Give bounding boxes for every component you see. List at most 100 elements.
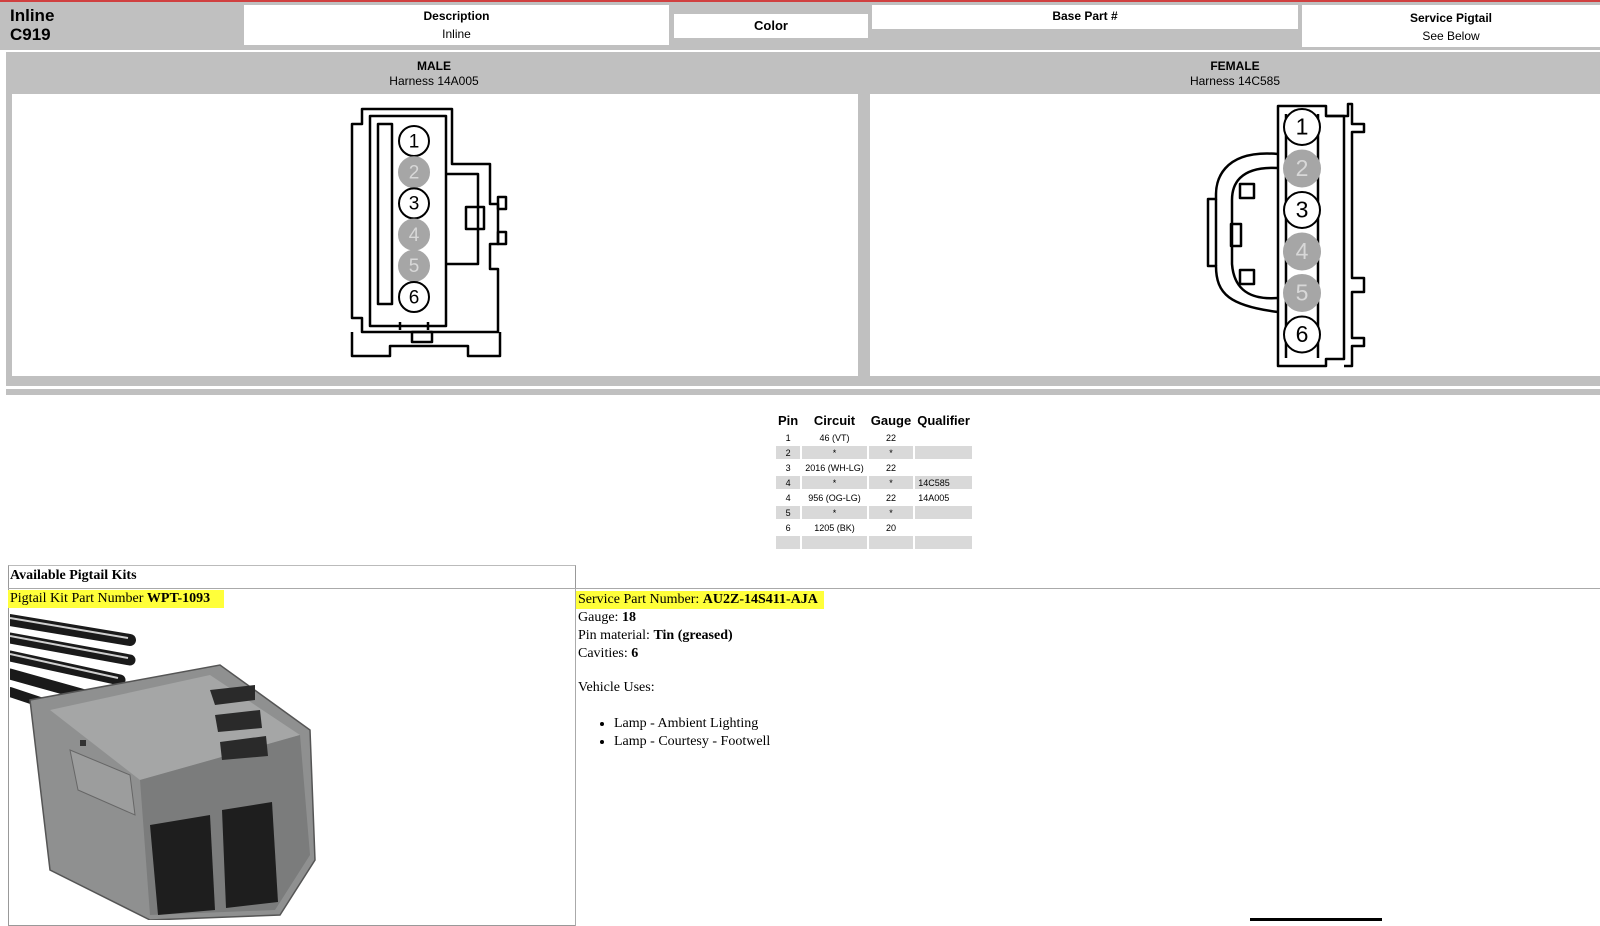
color-label: Color: [754, 18, 788, 33]
female-pin-label-1: 1: [1296, 114, 1309, 140]
gauge-value: 18: [621, 610, 636, 625]
gauge-cell: *: [868, 476, 914, 489]
pin-cell: 6: [785, 522, 791, 533]
section-divider: [8, 588, 1600, 589]
male-pin-label-1: 1: [409, 131, 420, 152]
male-harness: Harness 14A005: [389, 74, 479, 88]
gauge-row: Gauge: 18: [578, 609, 824, 627]
list-item: Lamp - Ambient Lighting: [614, 715, 824, 733]
qualifier-header: Qualifier: [915, 412, 972, 429]
vehicle-uses-list: Lamp - Ambient Lighting Lamp - Courtesy …: [578, 715, 824, 751]
female-pin-label-4: 4: [1296, 238, 1309, 264]
circuit-cell: *: [802, 446, 867, 459]
table-row: [776, 536, 972, 549]
pin-cell: 4: [776, 476, 801, 489]
service-pigtail-box: Service Pigtail See Below: [1302, 5, 1600, 47]
male-title: MALE: [417, 59, 451, 73]
qualifier-cell: [915, 521, 972, 534]
male-pin-label-6: 6: [409, 287, 420, 308]
base-part-label: Base Part #: [1052, 9, 1118, 23]
service-pigtail-label: Service Pigtail: [1409, 11, 1493, 25]
connector-photo-image: [4, 614, 316, 921]
pin-material-value: Tin (greased): [653, 628, 733, 643]
service-part-highlight: Service Part Number: AU2Z-14S411-AJA: [576, 591, 824, 609]
male-view-title: MALE Harness 14A005: [6, 59, 862, 89]
female-pin-label-5: 5: [1296, 280, 1309, 306]
service-part-info: Service Part Number: AU2Z-14S411-AJA Gau…: [576, 591, 824, 751]
table-row: 6 1205 (BK) 20: [776, 521, 972, 534]
male-connector-panel: 1 2 3 4 5 6: [12, 94, 858, 376]
gauge-cell: 22: [885, 432, 896, 443]
female-pin-label-6: 6: [1296, 321, 1309, 347]
table-row: 5 * *: [776, 506, 972, 519]
female-connector-diagram: 1 2 3 4 5 6: [1206, 102, 1366, 368]
female-connector-panel: 1 2 3 4 5 6: [870, 94, 1600, 376]
pin-material-row: Pin material: Tin (greased): [578, 627, 824, 645]
pin-cell: 5: [776, 506, 801, 519]
vehicle-uses-label: Vehicle Uses:: [578, 680, 655, 695]
service-part-label: Service Part Number:: [578, 592, 700, 607]
pigtail-kit-part-number: Pigtail Kit Part Number WPT-1093: [8, 590, 225, 608]
male-pin-label-5: 5: [409, 256, 420, 277]
list-item: Lamp - Courtesy - Footwell: [614, 733, 824, 751]
qualifier-cell: [915, 446, 972, 459]
color-box: Color: [674, 14, 868, 38]
column-divider: [575, 588, 576, 926]
table-row: 1 46 (VT) 22: [776, 431, 972, 444]
description-value: Inline: [442, 27, 471, 41]
cavities-row: Cavities: 6: [578, 645, 824, 663]
base-part-box: Base Part #: [872, 5, 1298, 29]
gauge-cell: 20: [885, 522, 896, 533]
connector-type: Inline: [10, 6, 55, 25]
qualifier-cell: 14A005: [918, 492, 950, 503]
female-harness: Harness 14C585: [1189, 74, 1281, 88]
pin-cell: 3: [785, 462, 791, 473]
male-pin-label-4: 4: [409, 225, 420, 246]
circuit-cell: *: [802, 476, 867, 489]
gauge-cell: *: [868, 446, 914, 459]
cavities-label: Cavities:: [578, 646, 628, 661]
description-label: Description: [423, 9, 490, 23]
gauge-label: Gauge:: [578, 610, 619, 625]
circuit-cell: [802, 536, 867, 549]
gauge-header: Gauge: [868, 412, 914, 429]
qualifier-cell: [915, 431, 972, 444]
table-row: 3 2016 (WH-LG) 22: [776, 461, 972, 474]
circuit-cell: 2016 (WH-LG): [805, 462, 864, 473]
table-row: 2 * *: [776, 446, 972, 459]
qualifier-cell: 14C585: [915, 476, 972, 489]
pin-cell: 4: [785, 492, 791, 503]
circuit-header: Circuit: [802, 412, 867, 429]
circuit-cell: 46 (VT): [819, 432, 850, 443]
pin-header: Pin: [776, 412, 801, 429]
band-separator: [6, 386, 1600, 389]
gauge-cell: *: [868, 506, 914, 519]
pigtail-kit-label: Pigtail Kit Part Number: [10, 591, 144, 606]
pigtail-connector-photo: [4, 610, 325, 921]
female-pin-label-3: 3: [1296, 197, 1309, 223]
pin-material-label: Pin material:: [578, 628, 650, 643]
cropped-element: [1250, 918, 1382, 926]
connector-id: C919: [10, 25, 51, 44]
pin-cell: 1: [785, 432, 791, 443]
female-title: FEMALE: [1210, 59, 1260, 73]
service-pigtail-value[interactable]: See Below: [1302, 29, 1600, 43]
pin-table-header-row: Pin Circuit Gauge Qualifier: [776, 412, 972, 429]
pin-cell: [776, 536, 801, 549]
circuit-cell: *: [802, 506, 867, 519]
qualifier-cell: [915, 461, 972, 474]
cavities-value: 6: [631, 646, 639, 661]
pigtail-kit-number[interactable]: WPT-1093: [147, 591, 210, 606]
service-part-number[interactable]: AU2Z-14S411-AJA: [703, 592, 818, 607]
qualifier-cell: [915, 536, 972, 549]
gauge-cell: 22: [885, 462, 896, 473]
female-view-title: FEMALE Harness 14C585: [870, 59, 1600, 89]
pin-cell: 2: [776, 446, 801, 459]
male-pin-label-3: 3: [409, 194, 420, 215]
pigtail-kits-title: Available Pigtail Kits: [10, 568, 137, 583]
female-pin-label-2: 2: [1296, 155, 1309, 181]
qualifier-cell: [915, 506, 972, 519]
circuit-cell: 1205 (BK): [814, 522, 855, 533]
gauge-cell: [868, 536, 914, 549]
table-row: 4 956 (OG-LG) 22 14A005: [776, 491, 972, 504]
